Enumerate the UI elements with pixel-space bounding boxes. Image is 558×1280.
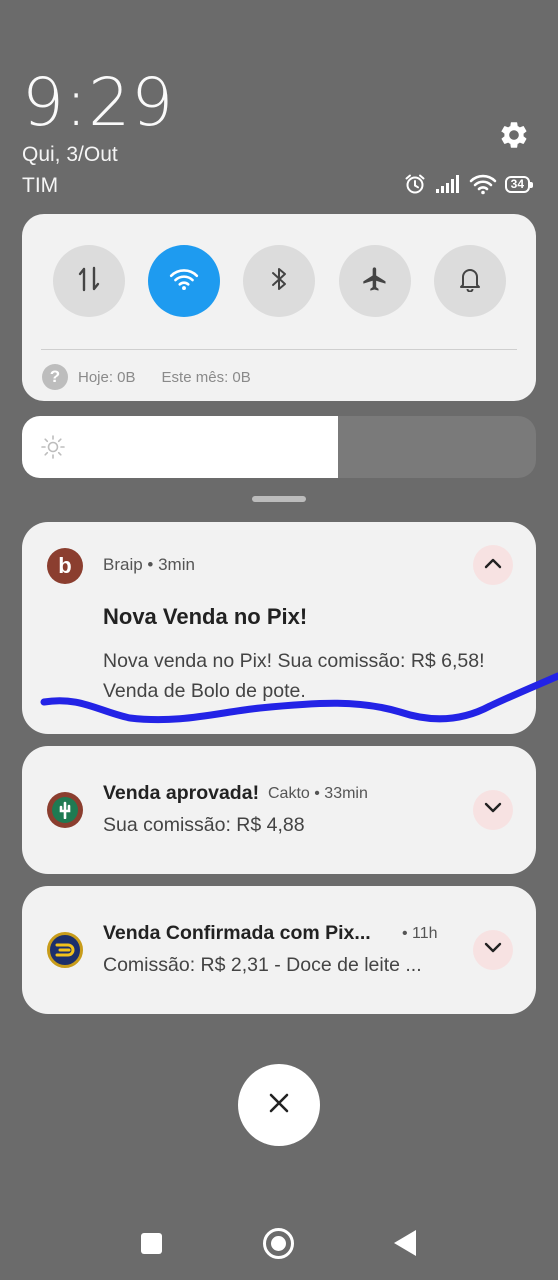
wifi-status-icon (469, 173, 497, 195)
notification-body: Nova venda no Pix! Sua comissão: R$ 6,58… (103, 650, 485, 702)
notification-title: Venda Confirmada com Pix... (103, 922, 371, 944)
drag-handle[interactable] (252, 496, 306, 502)
sound-toggle[interactable] (434, 245, 506, 317)
bluetooth-toggle[interactable] (243, 245, 315, 317)
notification-card-cakto[interactable]: Venda aprovada! Cakto • 33min Sua comiss… (22, 746, 536, 874)
usage-month: Este mês: 0B (161, 368, 251, 386)
brightness-level-fill (22, 416, 339, 478)
notification-time: 11h (412, 925, 438, 942)
brightness-slider[interactable] (22, 416, 536, 478)
notification-card-braip[interactable]: b Braip • 3min Nova Venda no Pix! Nova v… (22, 522, 536, 734)
brightness-sun-icon (40, 434, 66, 460)
date-label: Qui, 3/Out (22, 143, 118, 166)
mobile-data-toggle[interactable] (53, 245, 125, 317)
notification-header: • 11h (402, 925, 438, 942)
status-bar-icons: 34 (403, 170, 534, 198)
settings-gear-icon[interactable] (498, 119, 530, 151)
notification-time: 3min (158, 555, 195, 574)
notification-card-pix[interactable]: Venda Confirmada com Pix... • 11h Comiss… (22, 886, 536, 1014)
expand-button[interactable] (473, 790, 513, 830)
recent-apps-button[interactable] (141, 1233, 162, 1254)
battery-level: 34 (510, 177, 524, 191)
close-icon (268, 1092, 290, 1119)
expand-button[interactable] (473, 930, 513, 970)
home-button[interactable] (263, 1228, 294, 1259)
notification-title: Venda aprovada! (103, 782, 260, 804)
notification-title: Nova Venda no Pix! (103, 604, 308, 629)
app-name: Cakto (268, 785, 310, 802)
usage-today: Hoje: 0B (78, 368, 136, 386)
help-icon: ? (42, 364, 68, 390)
carrier-label: TIM (22, 174, 59, 197)
wifi-icon (169, 267, 199, 296)
airplane-mode-toggle[interactable] (339, 245, 411, 317)
bell-icon (458, 266, 482, 297)
notification-body: Sua comissão: R$ 4,88 (103, 814, 305, 836)
payment-app-icon (47, 932, 83, 968)
cakto-app-icon (47, 792, 83, 828)
notification-time: 33min (324, 785, 368, 802)
data-transfer-arrows-icon (76, 265, 102, 298)
braip-app-icon: b (47, 548, 83, 584)
collapse-button[interactable] (473, 545, 513, 585)
notification-header: Cakto • 33min (268, 785, 368, 802)
clock-time: 9:29 (22, 64, 175, 141)
quick-settings-panel: ? Hoje: 0B Este mês: 0B (22, 214, 536, 401)
alarm-icon (403, 172, 427, 196)
notification-body: Comissão: R$ 2,31 - Doce de leite ... (103, 954, 422, 976)
bluetooth-icon (269, 265, 289, 298)
wifi-toggle[interactable] (148, 245, 220, 317)
battery-indicator: 34 (504, 175, 534, 193)
app-name: Braip (103, 555, 143, 574)
chevron-down-icon (483, 941, 503, 960)
chevron-down-icon (483, 801, 503, 820)
clear-all-notifications-button[interactable] (238, 1064, 320, 1146)
signal-strength-icon (435, 174, 461, 194)
chevron-up-icon (483, 556, 503, 575)
back-button[interactable] (394, 1230, 416, 1256)
data-usage-row[interactable]: ? Hoje: 0B Este mês: 0B (42, 364, 251, 390)
airplane-icon (361, 265, 389, 298)
notification-header: Braip • 3min (103, 555, 195, 574)
divider (41, 349, 517, 350)
